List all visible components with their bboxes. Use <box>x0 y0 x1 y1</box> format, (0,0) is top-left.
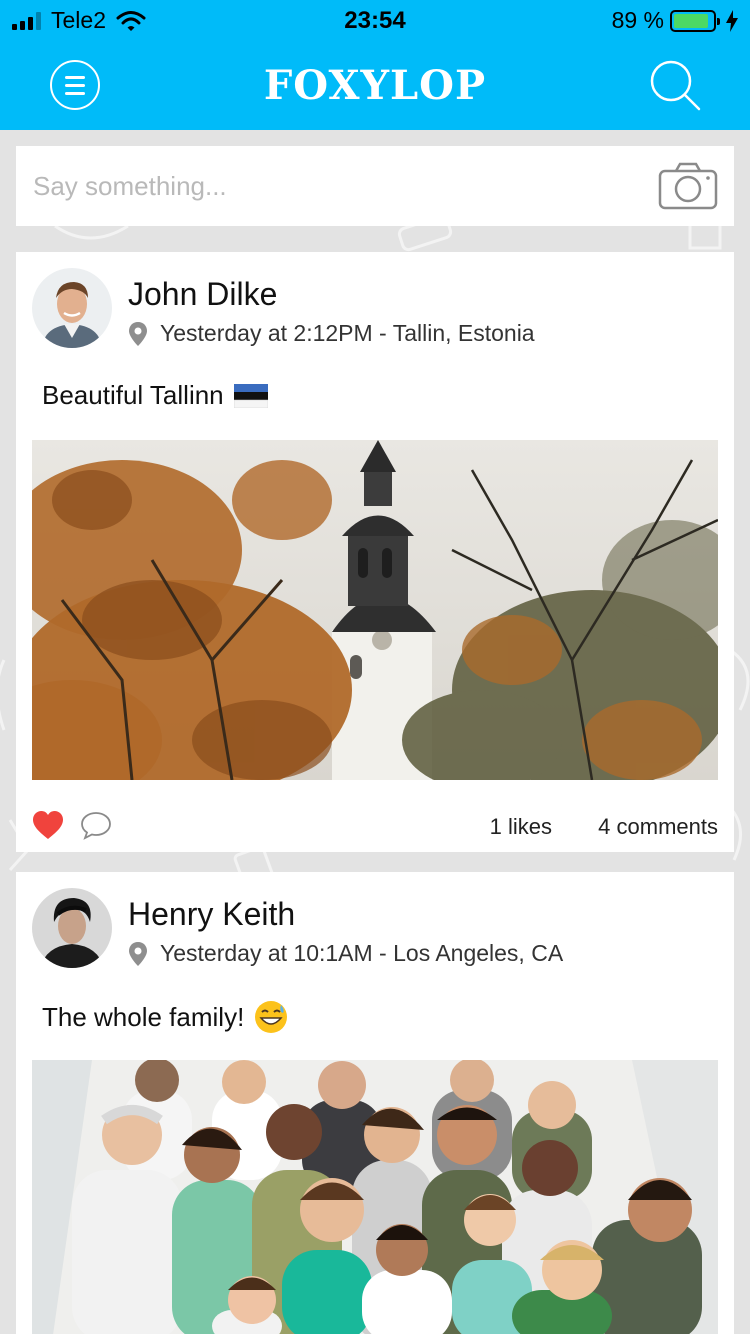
avatar[interactable] <box>32 268 112 348</box>
post-text: Beautiful Tallinn <box>42 380 268 411</box>
top-navbar: FOXYLOP <box>0 40 750 130</box>
avatar-john-dilke <box>32 268 112 348</box>
charging-bolt-icon <box>726 9 738 32</box>
avatar-henry-keith <box>32 888 112 968</box>
post-caption: The whole family! <box>42 1001 245 1032</box>
battery-percent: 89 % <box>611 7 664 33</box>
comments-count[interactable]: 4 comments <box>598 814 718 840</box>
post-card: Henry Keith Yesterday at 10:1AM - Los An… <box>16 872 734 1334</box>
post-text: The whole family! <box>42 1000 288 1034</box>
app-logo: FOXYLOP <box>263 62 487 109</box>
comment-bubble-icon[interactable] <box>80 810 112 840</box>
post-card: John Dilke Yesterday at 2:12PM - Tallin,… <box>16 252 734 852</box>
heart-like-icon[interactable] <box>32 810 64 840</box>
post-author[interactable]: John Dilke <box>128 276 277 313</box>
post-composer[interactable]: Say something... <box>16 146 734 226</box>
location-pin-icon <box>129 941 147 966</box>
estonia-flag-emoji <box>233 383 268 408</box>
post-meta: Yesterday at 2:12PM - Tallin, Estonia <box>128 320 535 347</box>
post-photo[interactable] <box>32 440 718 780</box>
status-bar: Tele2 23:54 89 % <box>0 0 750 40</box>
post-photo[interactable] <box>32 1060 718 1334</box>
camera-icon[interactable] <box>658 162 718 210</box>
avatar[interactable] <box>32 888 112 968</box>
grinning-sweat-emoji <box>255 1001 288 1033</box>
post-actions: 1 likes 4 comments <box>16 804 734 852</box>
composer-placeholder[interactable]: Say something... <box>33 171 227 202</box>
post-timestamp-location: Yesterday at 2:12PM - Tallin, Estonia <box>160 320 535 346</box>
search-icon[interactable] <box>648 58 702 114</box>
post-author[interactable]: Henry Keith <box>128 896 295 933</box>
location-pin-icon <box>129 321 147 346</box>
post-meta: Yesterday at 10:1AM - Los Angeles, CA <box>128 940 563 967</box>
tallinn-church-photo <box>32 440 718 780</box>
likes-count[interactable]: 1 likes <box>490 814 552 840</box>
battery-icon <box>670 9 720 32</box>
post-timestamp-location: Yesterday at 10:1AM - Los Angeles, CA <box>160 940 564 966</box>
post-caption: Beautiful Tallinn <box>42 380 224 410</box>
family-group-photo <box>32 1060 718 1334</box>
